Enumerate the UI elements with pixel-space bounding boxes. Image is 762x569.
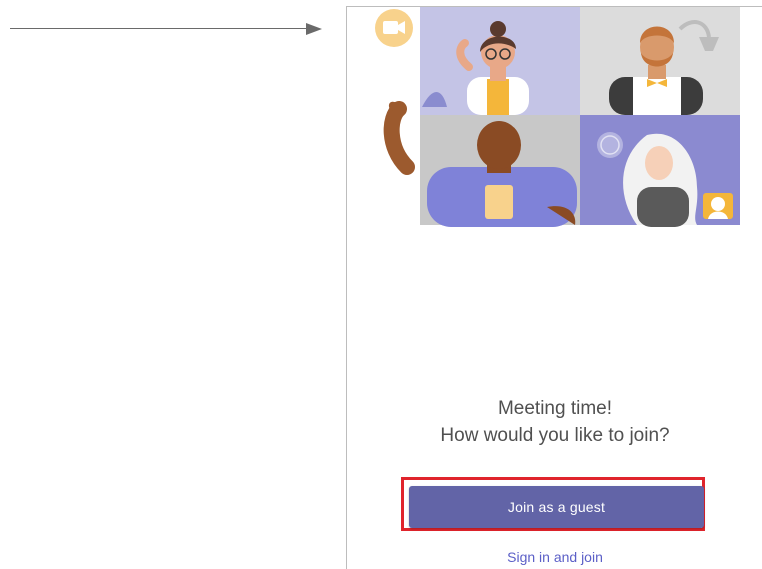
page-canvas: Meeting time! How would you like to join… bbox=[0, 0, 762, 569]
join-prompt: Meeting time! How would you like to join… bbox=[347, 395, 762, 449]
sign-in-and-join-link[interactable]: Sign in and join bbox=[347, 549, 762, 565]
prompt-title: Meeting time! bbox=[497, 398, 613, 419]
annotation-arrow-line bbox=[10, 28, 310, 29]
prompt-question: How would you like to join? bbox=[440, 425, 670, 446]
join-as-guest-button[interactable]: Join as a guest bbox=[409, 486, 704, 528]
meeting-illustration bbox=[375, 7, 740, 227]
teams-join-screen: Meeting time! How would you like to join… bbox=[346, 6, 762, 569]
video-camera-icon bbox=[375, 9, 413, 47]
arrow-right-icon bbox=[306, 23, 322, 35]
